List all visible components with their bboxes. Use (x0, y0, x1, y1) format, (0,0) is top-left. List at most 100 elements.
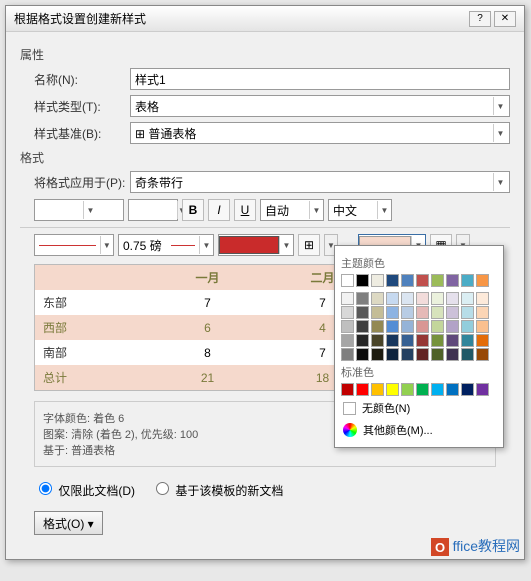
radio-template[interactable]: 基于该模板的新文档 (151, 479, 283, 499)
color-swatch[interactable] (356, 306, 369, 319)
color-swatch[interactable] (431, 274, 444, 287)
line-style-select[interactable]: ▼ (34, 234, 114, 256)
help-button[interactable]: ? (469, 11, 491, 27)
color-swatch[interactable] (371, 334, 384, 347)
color-swatch[interactable] (446, 292, 459, 305)
color-swatch[interactable] (416, 320, 429, 333)
color-swatch[interactable] (446, 306, 459, 319)
color-swatch[interactable] (356, 274, 369, 287)
bold-button[interactable]: B (182, 199, 204, 221)
no-color-item[interactable]: 无颜色(N) (341, 397, 497, 419)
name-label: 名称(N): (20, 71, 130, 88)
color-swatch[interactable] (356, 383, 369, 396)
color-swatch[interactable] (371, 292, 384, 305)
color-swatch[interactable] (371, 274, 384, 287)
color-swatch[interactable] (476, 348, 489, 361)
color-swatch[interactable] (371, 320, 384, 333)
color-swatch[interactable] (476, 334, 489, 347)
color-swatch[interactable] (416, 348, 429, 361)
close-button[interactable]: ✕ (494, 11, 516, 27)
svg-text:O: O (435, 540, 445, 555)
color-swatch[interactable] (341, 274, 354, 287)
color-swatch[interactable] (416, 383, 429, 396)
color-swatch[interactable] (386, 274, 399, 287)
line-weight-select[interactable]: 0.75 磅 ▼ (118, 234, 214, 256)
color-swatch[interactable] (386, 348, 399, 361)
apply-to-select[interactable]: 奇条带行▼ (130, 171, 510, 193)
color-swatch[interactable] (356, 320, 369, 333)
format-menu-button[interactable]: 格式(O) ▾ (34, 511, 103, 535)
color-swatch[interactable] (386, 334, 399, 347)
color-swatch[interactable] (476, 306, 489, 319)
border-preset-button[interactable]: ⊞ (298, 234, 320, 256)
script-select[interactable]: 中文▼ (328, 199, 392, 221)
color-swatch[interactable] (341, 306, 354, 319)
color-swatch[interactable] (476, 383, 489, 396)
color-swatch[interactable] (446, 348, 459, 361)
style-type-select[interactable]: 表格▼ (130, 95, 510, 117)
color-swatch[interactable] (461, 274, 474, 287)
color-swatch[interactable] (461, 383, 474, 396)
color-swatch[interactable] (401, 274, 414, 287)
color-swatch[interactable] (341, 383, 354, 396)
color-swatch[interactable] (386, 306, 399, 319)
color-swatch[interactable] (416, 274, 429, 287)
more-colors-item[interactable]: 其他颜色(M)... (341, 419, 497, 441)
line-color-select[interactable]: ▼ (218, 234, 294, 256)
color-swatch[interactable] (431, 383, 444, 396)
color-swatch[interactable] (416, 306, 429, 319)
italic-button[interactable]: I (208, 199, 230, 221)
color-swatch[interactable] (461, 320, 474, 333)
color-swatch[interactable] (371, 348, 384, 361)
color-swatch[interactable] (476, 274, 489, 287)
apply-to-label: 将格式应用于(P): (20, 174, 130, 191)
color-swatch[interactable] (341, 320, 354, 333)
color-swatch[interactable] (341, 292, 354, 305)
color-swatch[interactable] (401, 383, 414, 396)
color-swatch[interactable] (476, 292, 489, 305)
color-swatch[interactable] (356, 348, 369, 361)
font-size-select[interactable]: ▼ (128, 199, 178, 221)
color-swatch[interactable] (341, 348, 354, 361)
color-swatch[interactable] (461, 292, 474, 305)
color-swatch[interactable] (371, 306, 384, 319)
color-swatch[interactable] (431, 320, 444, 333)
color-swatch[interactable] (341, 334, 354, 347)
underline-button[interactable]: U (234, 199, 256, 221)
color-swatch[interactable] (386, 383, 399, 396)
color-picker-popup: 主题颜色 标准色 无颜色(N) 其他颜色(M)... (334, 245, 504, 448)
color-swatch[interactable] (356, 292, 369, 305)
color-swatch[interactable] (446, 383, 459, 396)
font-color-select[interactable]: 自动▼ (260, 199, 324, 221)
color-swatch[interactable] (461, 334, 474, 347)
color-swatch[interactable] (401, 334, 414, 347)
color-swatch[interactable] (461, 306, 474, 319)
base-label: 样式基准(B): (20, 125, 130, 142)
color-swatch[interactable] (401, 292, 414, 305)
color-swatch[interactable] (431, 306, 444, 319)
color-swatch[interactable] (371, 383, 384, 396)
radio-this-doc[interactable]: 仅限此文档(D) (34, 479, 135, 499)
color-swatch[interactable] (446, 274, 459, 287)
color-swatch[interactable] (431, 348, 444, 361)
color-swatch[interactable] (446, 320, 459, 333)
chevron-down-icon: ▼ (493, 97, 507, 115)
style-base-select[interactable]: ⊞ 普通表格▼ (130, 122, 510, 144)
color-swatch[interactable] (401, 320, 414, 333)
color-swatch[interactable] (386, 292, 399, 305)
chevron-down-icon: ▼ (493, 173, 507, 191)
color-swatch[interactable] (461, 348, 474, 361)
color-swatch[interactable] (416, 292, 429, 305)
color-swatch[interactable] (476, 320, 489, 333)
color-swatch[interactable] (431, 292, 444, 305)
color-swatch[interactable] (401, 306, 414, 319)
color-swatch[interactable] (401, 348, 414, 361)
color-wheel-icon (343, 423, 357, 437)
color-swatch[interactable] (446, 334, 459, 347)
color-swatch[interactable] (356, 334, 369, 347)
color-swatch[interactable] (386, 320, 399, 333)
color-swatch[interactable] (416, 334, 429, 347)
color-swatch[interactable] (431, 334, 444, 347)
font-family-select[interactable]: ▼ (34, 199, 124, 221)
name-input[interactable] (130, 68, 510, 90)
